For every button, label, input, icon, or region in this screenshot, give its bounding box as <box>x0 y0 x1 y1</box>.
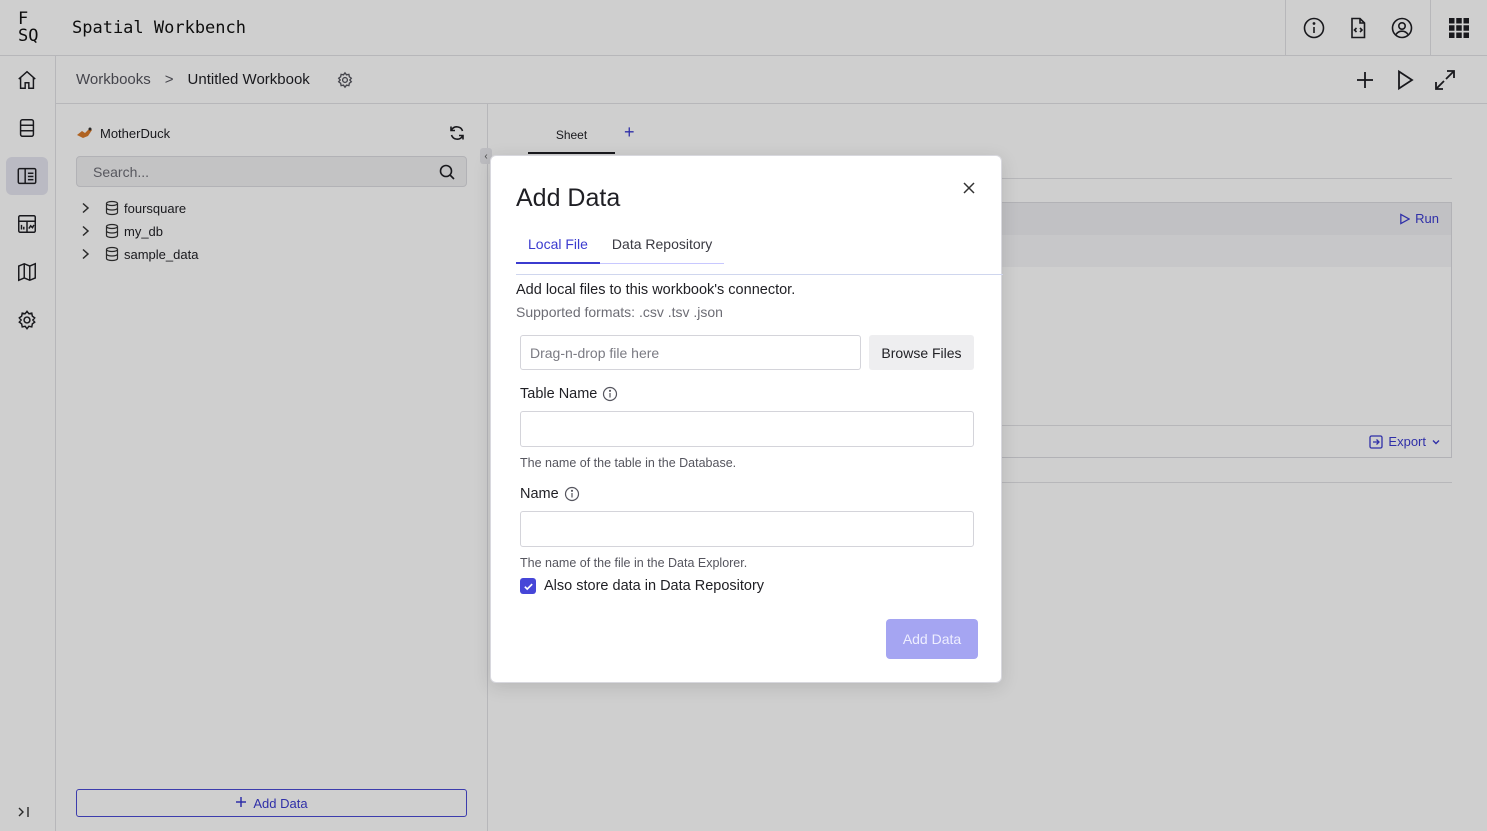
tab-data-repository[interactable]: Data Repository <box>600 236 724 264</box>
store-in-repository-row[interactable]: Also store data in Data Repository <box>520 578 764 594</box>
name-label-row: Name <box>520 486 580 502</box>
dropzone-placeholder: Drag-n-drop file here <box>530 344 660 361</box>
tabs-divider <box>516 274 1003 275</box>
table-name-input[interactable] <box>520 411 974 447</box>
info-icon[interactable] <box>564 486 580 502</box>
tab-local-file[interactable]: Local File <box>516 236 600 264</box>
name-hint: The name of the file in the Data Explore… <box>520 556 748 570</box>
store-in-repository-checkbox[interactable] <box>520 578 536 594</box>
browse-files-button[interactable]: Browse Files <box>869 335 974 370</box>
close-icon[interactable] <box>961 180 977 196</box>
table-name-hint: The name of the table in the Database. <box>520 456 737 470</box>
add-data-modal: Add Data Local File Data Repository Add … <box>490 155 1003 683</box>
supported-formats: Supported formats: .csv .tsv .json <box>516 304 723 320</box>
name-label: Name <box>520 486 559 502</box>
name-input[interactable] <box>520 511 974 547</box>
add-data-submit-button[interactable]: Add Data <box>886 619 978 659</box>
table-name-label-row: Table Name <box>520 386 618 402</box>
modal-description: Add local files to this workbook's conne… <box>516 282 796 298</box>
modal-tabs: Local File Data Repository <box>516 236 725 264</box>
modal-title: Add Data <box>516 184 621 212</box>
table-name-label: Table Name <box>520 386 598 402</box>
info-icon[interactable] <box>602 386 618 402</box>
store-in-repository-label: Also store data in Data Repository <box>544 578 765 594</box>
file-dropzone[interactable]: Drag-n-drop file here <box>520 335 861 370</box>
